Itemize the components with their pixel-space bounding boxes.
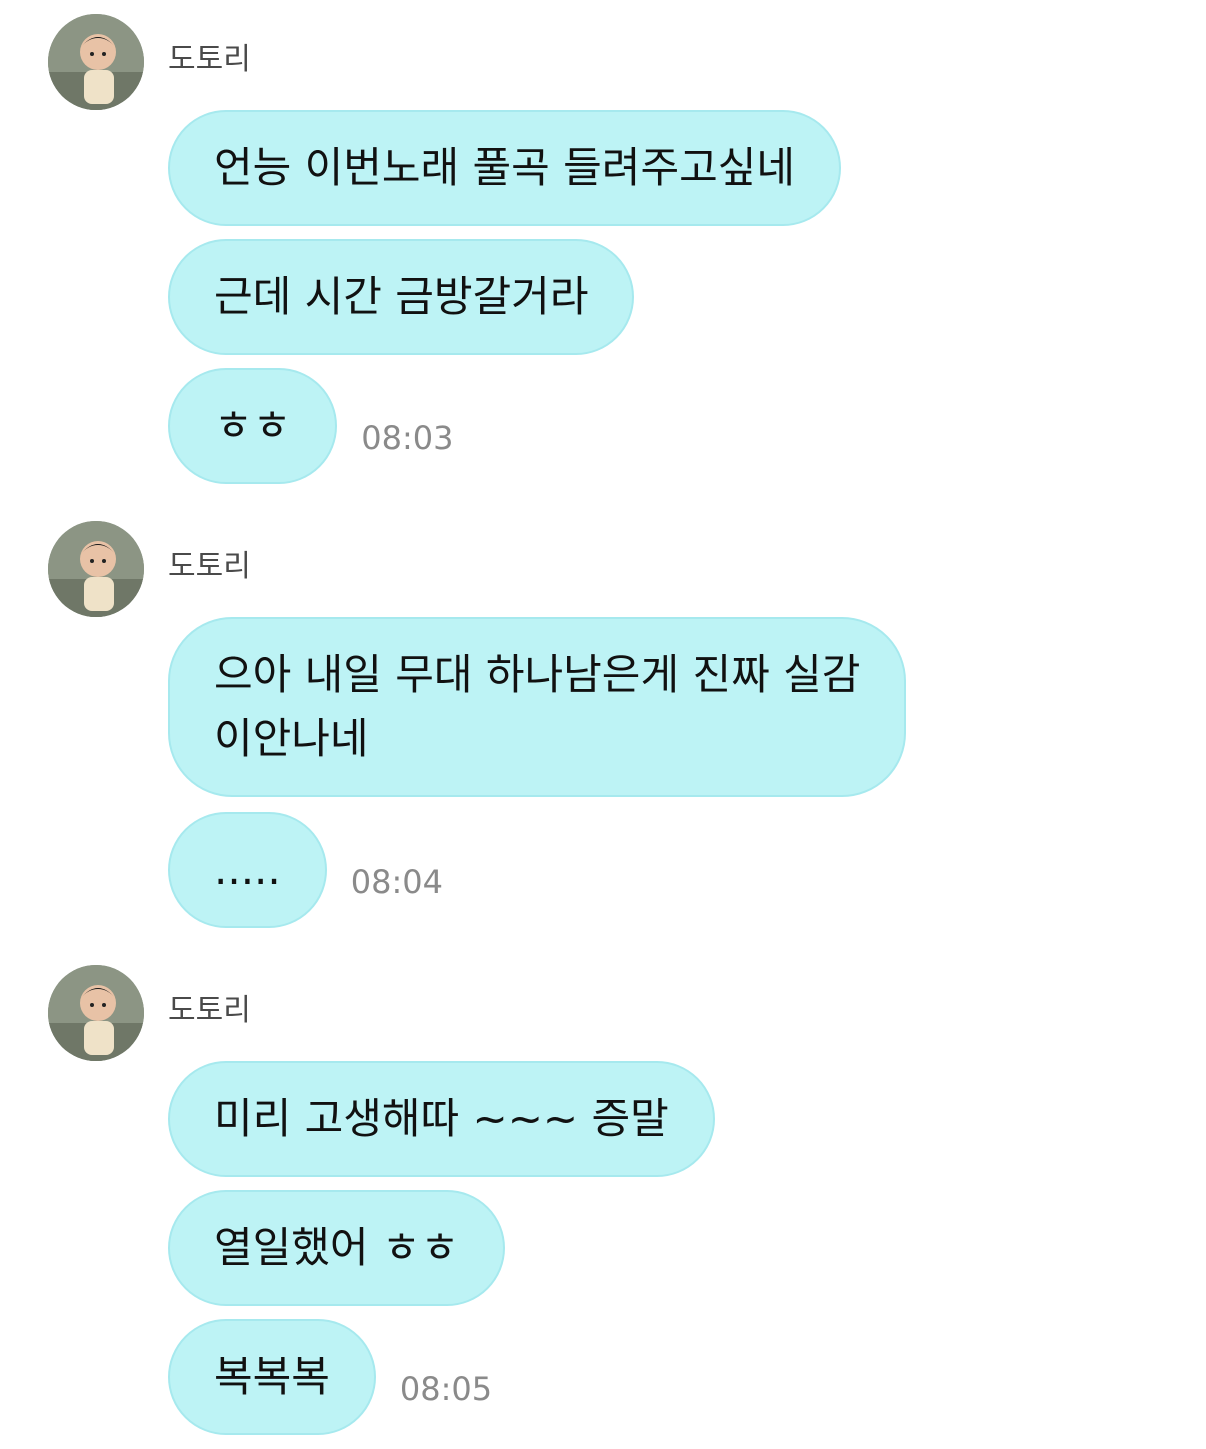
child-photo-avatar-icon bbox=[48, 521, 144, 617]
child-photo-avatar-icon bbox=[48, 14, 144, 110]
message-bubble[interactable]: 으아 내일 무대 하나남은게 진짜 실감 이안나네 bbox=[168, 617, 907, 797]
message-row: 근데 시간 금방갈거라 bbox=[168, 239, 635, 355]
message-row: 미리 고생해따 ~~~ 증말 bbox=[168, 1061, 715, 1177]
avatar[interactable] bbox=[48, 521, 144, 617]
message-bubble[interactable]: 열일했어 ㅎㅎ bbox=[168, 1190, 506, 1306]
message-bubble[interactable]: ㅎㅎ bbox=[168, 368, 338, 484]
sender-name: 도토리 bbox=[168, 549, 251, 584]
timestamp: 08:03 bbox=[361, 419, 454, 457]
message-bubble[interactable]: 미리 고생해따 ~~~ 증말 bbox=[168, 1061, 715, 1177]
message-row: ..... 08:04 bbox=[168, 812, 443, 928]
message-bubble[interactable]: 언능 이번노래 풀곡 들려주고싶네 bbox=[168, 110, 842, 226]
sender-name: 도토리 bbox=[168, 42, 251, 77]
avatar[interactable] bbox=[48, 965, 144, 1061]
message-row: 언능 이번노래 풀곡 들려주고싶네 bbox=[168, 110, 842, 226]
message-bubble[interactable]: ..... bbox=[168, 812, 327, 928]
timestamp: 08:04 bbox=[350, 863, 443, 901]
sender-name: 도토리 bbox=[168, 993, 251, 1028]
child-photo-avatar-icon bbox=[48, 965, 144, 1061]
avatar[interactable] bbox=[48, 14, 144, 110]
message-row: 열일했어 ㅎㅎ bbox=[168, 1190, 506, 1306]
message-bubble[interactable]: 복복복 bbox=[168, 1319, 376, 1435]
message-row: 으아 내일 무대 하나남은게 진짜 실감 이안나네 bbox=[168, 617, 907, 797]
message-row: ㅎㅎ 08:03 bbox=[168, 368, 454, 484]
timestamp: 08:05 bbox=[399, 1370, 493, 1408]
message-row: 복복복 08:05 bbox=[168, 1319, 492, 1435]
message-bubble[interactable]: 근데 시간 금방갈거라 bbox=[168, 239, 635, 355]
